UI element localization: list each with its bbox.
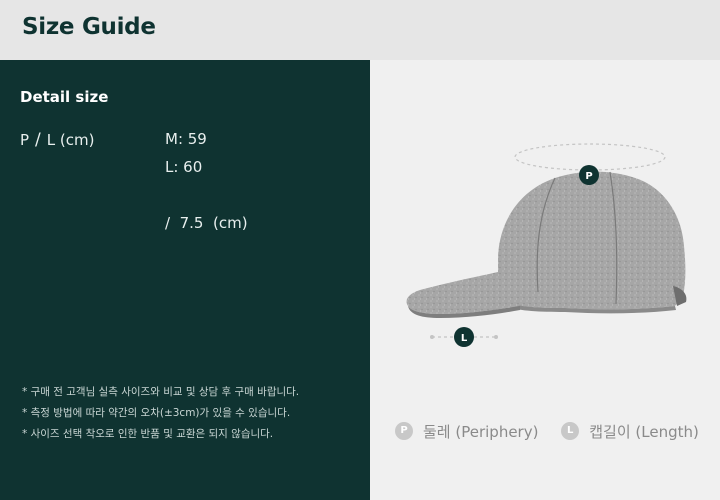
cap-image: [406, 171, 687, 318]
note-item: * 측정 방법에 따라 약간의 오차(±3cm)가 있을 수 있습니다.: [22, 407, 291, 419]
detail-panel: Detail size P / L (cm) M: 59 L: 60 / 7.5 (…: [0, 60, 370, 500]
size-row-label: P / L (cm): [20, 130, 94, 150]
legend-badge: P: [395, 422, 413, 440]
legend-label: 캡길이 (Length): [589, 422, 699, 441]
size-value-m: M: 59: [165, 130, 207, 148]
size-value-l: L: 60: [165, 158, 203, 176]
legend: P 둘레 (Periphery) L 캡길이 (Length): [395, 419, 699, 442]
note-item: * 사이즈 선택 착오로 인한 반품 및 교환은 되지 않습니다.: [22, 428, 274, 440]
note-item: * 구매 전 고객님 실측 사이즈와 비교 및 상담 후 구매 바랍니다.: [22, 386, 300, 398]
detail-size-title: Detail size: [20, 88, 109, 106]
header: Size Guide: [0, 0, 720, 60]
periphery-marker-label: P: [585, 171, 592, 182]
length-marker-label: L: [461, 333, 468, 344]
legend-item-length: L 캡길이 (Length): [561, 421, 699, 442]
legend-item-periphery: P 둘레 (Periphery): [395, 421, 538, 442]
notes: * 구매 전 고객님 실측 사이즈와 비교 및 상담 후 구매 바랍니다. * …: [22, 382, 299, 445]
size-value-length: / 7.5 (cm): [165, 214, 248, 232]
page-title: Size Guide: [22, 14, 156, 40]
diagram-panel: P L P 둘레 (Periphery) L 캡길이 (Length): [370, 60, 720, 500]
legend-label: 둘레 (Periphery): [423, 422, 539, 441]
p-label: P: [20, 131, 30, 149]
separator: /: [35, 130, 41, 150]
legend-badge: L: [561, 422, 580, 440]
l-label: L (cm): [46, 131, 95, 149]
